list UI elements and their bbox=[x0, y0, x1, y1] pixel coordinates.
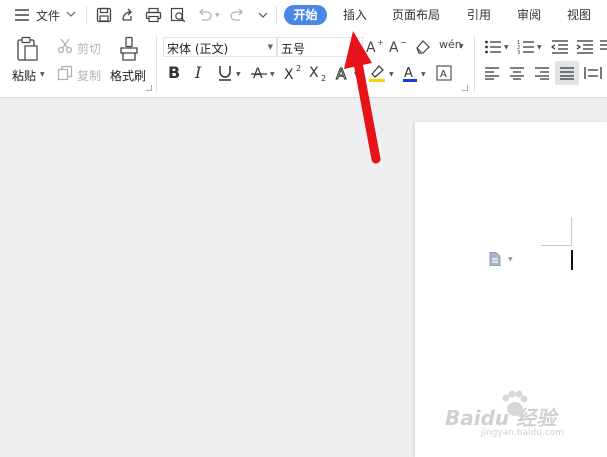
bullet-list-dropdown-icon[interactable]: ▼ bbox=[504, 44, 509, 51]
svg-text:A: A bbox=[440, 69, 447, 80]
font-family-value: 宋体 (正文) bbox=[167, 42, 229, 56]
svg-text:A: A bbox=[389, 40, 399, 54]
numbered-list-icon[interactable]: 123 bbox=[517, 39, 535, 55]
justify-icon bbox=[560, 67, 574, 80]
file-menu[interactable]: 文件 bbox=[36, 7, 60, 24]
strikethrough-dropdown-icon[interactable]: ▼ bbox=[270, 71, 275, 78]
svg-text:2: 2 bbox=[321, 74, 326, 82]
document-page[interactable]: ▼ Baidu 经验 jingyan.baidu.com bbox=[415, 122, 607, 457]
paste-dropdown-icon[interactable]: ▼ bbox=[40, 71, 45, 78]
justify-button[interactable] bbox=[555, 61, 579, 85]
paste-button[interactable]: 粘贴 bbox=[12, 67, 36, 84]
tab-references[interactable]: 引用 bbox=[467, 6, 491, 24]
print-preview-icon[interactable] bbox=[170, 7, 187, 23]
font-dialog-launcher[interactable] bbox=[462, 85, 468, 91]
customize-toolbar-icon[interactable] bbox=[258, 11, 268, 19]
align-right-icon[interactable] bbox=[534, 66, 550, 80]
format-painter-button[interactable]: 格式刷 bbox=[110, 67, 146, 84]
clipboard-dialog-launcher[interactable] bbox=[146, 85, 152, 91]
redo-icon[interactable] bbox=[229, 8, 245, 22]
superscript-icon[interactable]: X2 bbox=[284, 64, 304, 82]
tab-review[interactable]: 审阅 bbox=[517, 6, 541, 24]
font-color-icon[interactable]: A bbox=[402, 64, 418, 82]
align-left-icon[interactable] bbox=[484, 66, 500, 80]
format-painter-icon[interactable] bbox=[118, 36, 140, 62]
svg-text:−: − bbox=[400, 38, 407, 47]
watermark-url: jingyan.baidu.com bbox=[481, 428, 565, 438]
margin-corner-mark bbox=[541, 217, 572, 246]
clear-formatting-icon[interactable] bbox=[414, 38, 432, 54]
subscript-icon[interactable]: X2 bbox=[309, 64, 329, 82]
print-icon[interactable] bbox=[145, 7, 162, 23]
chevron-down-icon[interactable] bbox=[66, 10, 76, 18]
svg-text:X: X bbox=[309, 65, 319, 81]
font-size-value: 五号 bbox=[281, 42, 306, 56]
sort-icon[interactable] bbox=[600, 39, 607, 55]
font-color-dropdown-icon[interactable]: ▼ bbox=[421, 71, 426, 78]
paste-icon[interactable] bbox=[16, 36, 40, 62]
italic-button[interactable]: I bbox=[195, 63, 201, 82]
undo-dropdown-icon[interactable]: ▼ bbox=[215, 12, 220, 19]
cut-button[interactable]: 剪切 bbox=[77, 40, 101, 57]
font-family-select[interactable]: 宋体 (正文) ▼ bbox=[163, 37, 277, 57]
copy-icon[interactable] bbox=[57, 65, 73, 81]
increase-indent-icon[interactable] bbox=[576, 39, 594, 55]
underline-icon[interactable] bbox=[217, 64, 233, 82]
underline-dropdown-icon[interactable]: ▼ bbox=[236, 71, 241, 78]
tab-home[interactable]: 开始 bbox=[284, 5, 327, 25]
home-ribbon: 粘贴 ▼ 剪切 复制 格式刷 宋体 (正文) ▼ 五号 A + A − wén ▼ … bbox=[0, 30, 607, 98]
paste-options-dropdown-icon[interactable]: ▼ bbox=[508, 256, 513, 263]
scissors-icon[interactable] bbox=[57, 38, 73, 54]
watermark-text: Baidu 经验 bbox=[445, 406, 557, 430]
copy-button[interactable]: 复制 bbox=[77, 67, 101, 84]
shrink-font-icon[interactable]: A − bbox=[389, 38, 407, 54]
tab-insert[interactable]: 插入 bbox=[343, 6, 367, 24]
bullet-list-icon[interactable] bbox=[484, 39, 502, 55]
svg-text:2: 2 bbox=[296, 64, 301, 73]
svg-text:A: A bbox=[404, 66, 413, 81]
numbered-list-dropdown-icon[interactable]: ▼ bbox=[537, 44, 542, 51]
text-cursor bbox=[571, 250, 573, 270]
distributed-align-icon[interactable] bbox=[584, 66, 602, 80]
bold-button[interactable]: B bbox=[168, 63, 180, 82]
svg-text:X: X bbox=[284, 67, 294, 82]
paste-options-icon[interactable] bbox=[488, 251, 502, 267]
svg-text:3: 3 bbox=[517, 50, 520, 55]
title-bar: 文件 ▼ 开始 插入 页面布局 引用 审阅 视图 bbox=[0, 0, 607, 30]
undo-icon[interactable] bbox=[197, 8, 213, 22]
chevron-down-icon: ▼ bbox=[267, 43, 273, 51]
hamburger-menu-icon[interactable] bbox=[14, 8, 30, 22]
phonetic-dropdown-icon[interactable]: ▼ bbox=[459, 43, 464, 50]
tab-page-layout[interactable]: 页面布局 bbox=[392, 6, 440, 24]
export-icon[interactable] bbox=[120, 7, 136, 23]
align-center-icon[interactable] bbox=[509, 66, 525, 80]
character-border-icon[interactable]: A bbox=[436, 65, 452, 81]
tab-view[interactable]: 视图 bbox=[567, 6, 591, 24]
decrease-indent-icon[interactable] bbox=[551, 39, 569, 55]
save-icon[interactable] bbox=[96, 7, 112, 23]
red-pointer-arrow bbox=[344, 31, 381, 164]
strikethrough-icon[interactable]: A bbox=[251, 64, 267, 82]
